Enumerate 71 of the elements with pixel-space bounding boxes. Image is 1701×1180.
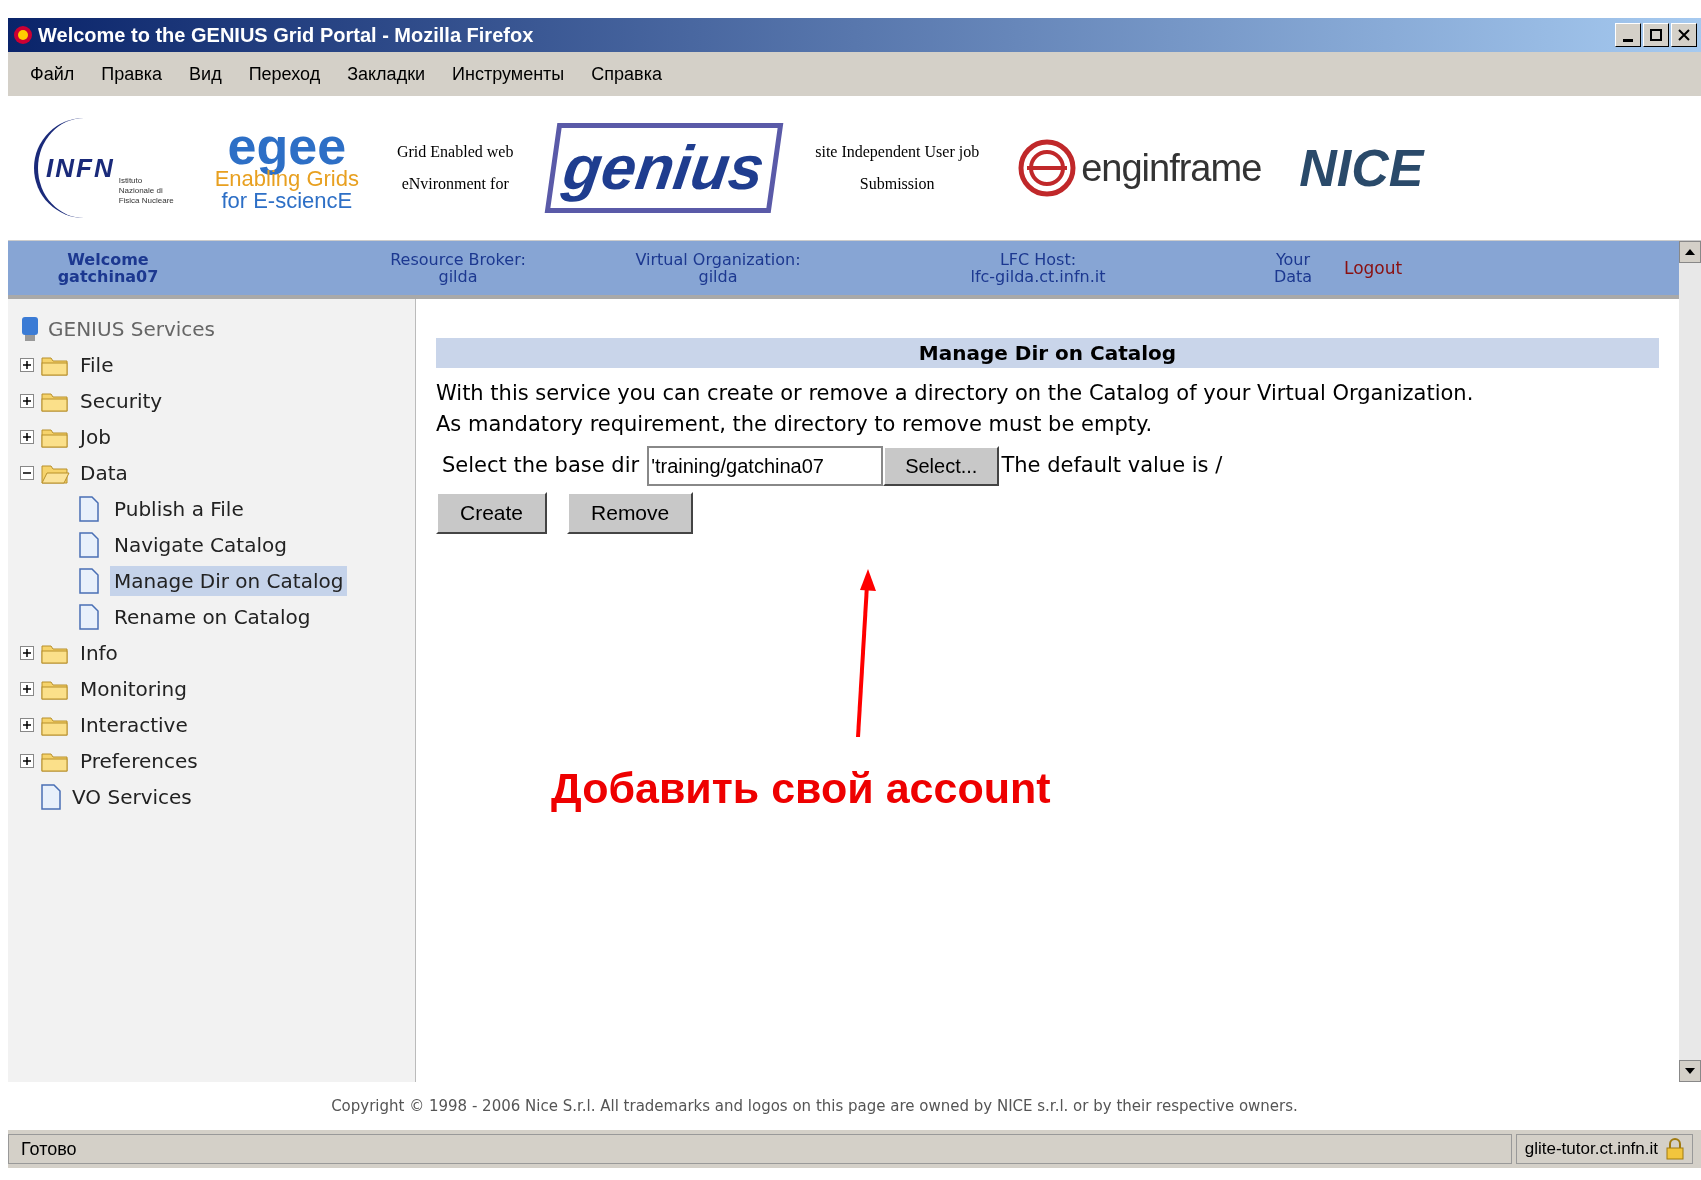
menu-item[interactable]: Переход: [248, 60, 321, 88]
menu-item[interactable]: Файл: [30, 60, 75, 88]
window-title: Welcome to the GENIUS Grid Portal - Mozilla Firefox: [38, 23, 535, 48]
document-icon: [78, 496, 100, 522]
tree-item[interactable]: Info: [76, 638, 122, 668]
enginframe-logo: enginframe: [1017, 138, 1262, 198]
nice-logo: NICE: [1299, 138, 1424, 199]
document-icon: [78, 604, 100, 630]
copyright-text: Copyright © 1998 - 2006 Nice S.r.l. All trademarks and logos on this page are owned by NICE s.r.l. or by their respective owners.: [331, 1095, 1298, 1117]
tree-item[interactable]: Navigate Catalog: [110, 530, 291, 560]
tree-item[interactable]: File: [76, 350, 118, 380]
tree-item[interactable]: Job: [76, 422, 115, 452]
document-icon: [78, 532, 100, 558]
description-text: As mandatory requirement, the directory to remove must be empty.: [436, 411, 1154, 438]
expand-icon[interactable]: [20, 718, 34, 732]
annotation-text: Добавить свой account: [551, 763, 1051, 814]
default-note: The default value is /: [1001, 452, 1223, 480]
document-icon: [78, 568, 100, 594]
scroll-down-icon[interactable]: [1685, 1068, 1695, 1074]
tree-item[interactable]: Monitoring: [76, 674, 191, 704]
expand-icon[interactable]: [20, 682, 34, 696]
collapse-icon[interactable]: [20, 466, 34, 480]
expand-icon[interactable]: [20, 754, 34, 768]
egee-logo: egee Enabling Grids for E-sciencE: [214, 124, 359, 212]
menu-item[interactable]: Закладки: [347, 60, 426, 88]
tree-item[interactable]: Publish a File: [110, 494, 248, 524]
tree-item[interactable]: Security: [76, 386, 167, 416]
nav-item[interactable]: Virtual Organization: gilda: [588, 251, 848, 285]
status-text: Готово: [8, 1134, 1512, 1164]
host-text: glite-tutor.ct.infn.it: [1524, 1138, 1658, 1161]
close-button[interactable]: [1671, 23, 1697, 47]
menu-item[interactable]: Правка: [101, 60, 163, 88]
lock-icon: [1666, 1138, 1684, 1160]
menu-item[interactable]: Инструменты: [452, 60, 565, 88]
tree-item[interactable]: Rename on Catalog: [110, 602, 315, 632]
base-dir-field[interactable]: 'training/gatchina07: [647, 446, 884, 486]
scroll-up-icon[interactable]: [1685, 249, 1695, 255]
nav-item[interactable]: Your Data: [1258, 251, 1328, 285]
tree-item[interactable]: Preferences: [76, 746, 202, 776]
tree-title: GENIUS Services: [48, 316, 216, 343]
genius-logo: genius: [545, 123, 784, 213]
expand-icon[interactable]: [20, 646, 34, 660]
tree-item[interactable]: Interactive: [76, 710, 192, 740]
minimize-button[interactable]: [1615, 23, 1641, 47]
computer-icon: [20, 315, 40, 343]
description-text: With this service you can create or remove a directory on the Catalog of your Virtual Organization.: [436, 380, 1475, 407]
scrollbar[interactable]: [1679, 241, 1701, 1082]
menu-item[interactable]: Вид: [189, 60, 222, 88]
menu-item[interactable]: Справка: [591, 60, 662, 88]
select-button[interactable]: Select...: [883, 446, 1000, 486]
action-button[interactable]: Create: [436, 492, 548, 534]
expand-icon[interactable]: [20, 394, 34, 408]
nav-item[interactable]: LFC Host: lfc-gilda.ct.infn.it: [908, 251, 1168, 285]
expand-icon[interactable]: [20, 430, 34, 444]
document-icon: [40, 784, 62, 810]
tagline: Grid Enabled web eNvironment for: [397, 142, 514, 194]
minimize-icon: [1623, 38, 1633, 42]
tagline: site Independent User job Submission: [815, 142, 980, 194]
logout-link[interactable]: Logout: [1344, 259, 1403, 277]
tree-item[interactable]: Data: [76, 458, 132, 488]
section-heading: Manage Dir on Catalog: [436, 338, 1659, 368]
maximize-button[interactable]: [1643, 23, 1669, 47]
action-button[interactable]: Remove: [567, 492, 694, 534]
nav-item[interactable]: Welcome gatchina07: [8, 251, 208, 285]
maximize-icon: [1649, 28, 1663, 42]
close-icon: [1677, 28, 1691, 42]
field-label: Select the base dir: [442, 452, 640, 480]
tree-item[interactable]: VO Services: [68, 782, 196, 812]
expand-icon[interactable]: [20, 358, 34, 372]
nav-item[interactable]: Resource Broker: gilda: [338, 251, 578, 285]
tree-item[interactable]: Manage Dir on Catalog: [110, 566, 348, 596]
